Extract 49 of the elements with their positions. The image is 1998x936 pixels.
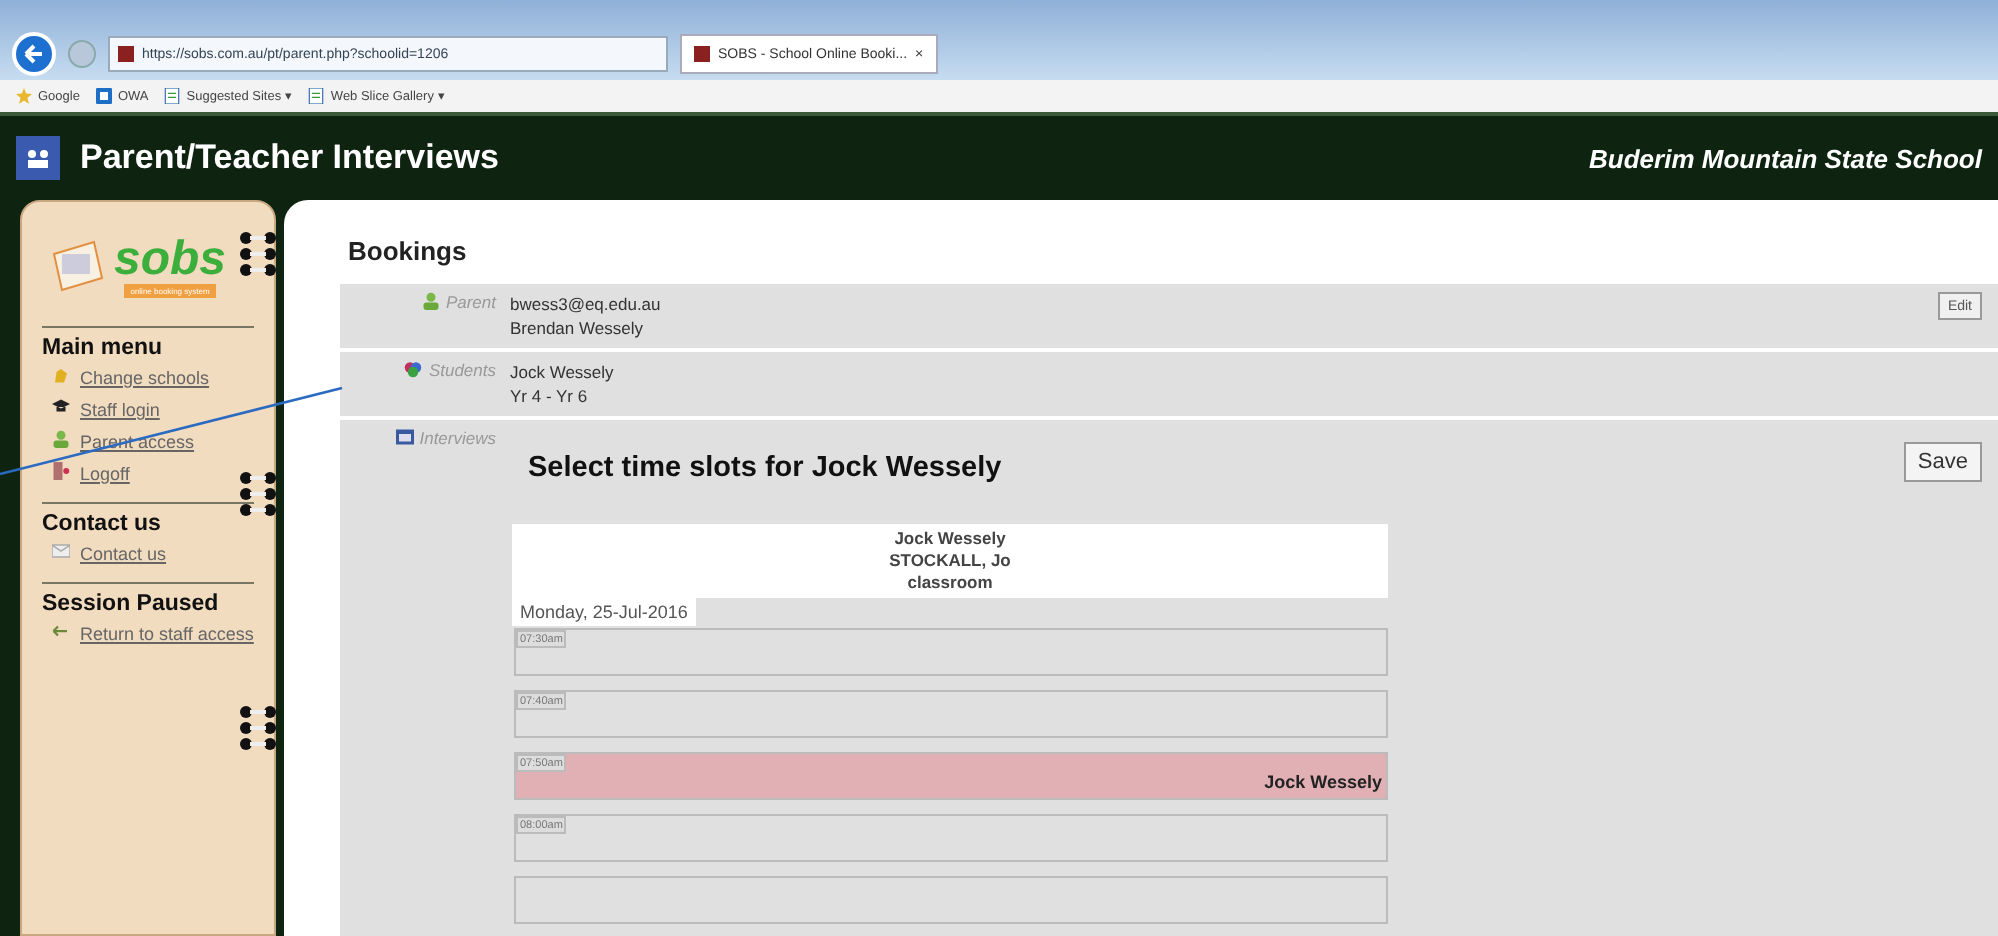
menu-link[interactable]: Return to staff access xyxy=(52,622,254,646)
star-icon xyxy=(16,88,32,104)
mail-app-icon xyxy=(95,88,112,104)
students-icon xyxy=(404,360,423,378)
field-label: Interviews xyxy=(419,428,496,452)
person-icon xyxy=(52,430,70,448)
mortarboard-icon xyxy=(52,398,70,416)
card-text: classroom xyxy=(905,572,995,594)
field-value: Brendan Wessely xyxy=(510,316,645,340)
save-button[interactable]: Save xyxy=(1903,442,1982,482)
arrow-icon xyxy=(52,622,70,640)
calendar-logo-icon xyxy=(50,238,106,294)
back-arrow-icon xyxy=(22,42,46,66)
page-icon xyxy=(308,88,325,104)
door-icon xyxy=(52,462,70,480)
binding-rings-icon xyxy=(240,706,276,750)
menu-link[interactable]: Staff login xyxy=(52,398,160,422)
envelope-icon xyxy=(52,542,70,560)
field-label: Parent xyxy=(445,292,496,316)
site-icon xyxy=(118,46,134,62)
back-button[interactable] xyxy=(12,32,56,76)
menu-link[interactable]: Contact us xyxy=(52,542,167,566)
menu-link[interactable]: Change schools xyxy=(52,366,210,390)
date-label: Monday, 25-Jul-2016 xyxy=(512,598,696,626)
calendar-icon xyxy=(395,428,414,446)
people-icon xyxy=(26,146,50,170)
field-value: bwess3@eq.edu.au xyxy=(510,292,663,316)
menu-heading: Main menu xyxy=(42,336,165,360)
slots-heading: Select time slots for Jock Wessely xyxy=(528,452,1004,484)
field-label: Students xyxy=(428,360,496,384)
site-icon xyxy=(694,46,710,62)
time-slot[interactable] xyxy=(514,876,1388,924)
binding-rings-icon xyxy=(240,472,276,516)
page-title: Parent/Teacher Interviews xyxy=(80,138,501,178)
logo-wordmark: sobs xyxy=(114,235,227,283)
card-text: Jock Wessely xyxy=(892,528,1008,550)
booked-student: Jock Wessely xyxy=(1264,772,1384,796)
field-value: Yr 4 - Yr 6 xyxy=(510,384,590,408)
menu-link[interactable]: Logoff xyxy=(52,462,130,486)
binding-rings-icon xyxy=(240,232,276,276)
section-heading: Bookings xyxy=(348,236,469,266)
field-value: Jock Wessely xyxy=(510,360,616,384)
person-icon xyxy=(421,292,440,310)
menu-heading: Contact us xyxy=(42,512,163,536)
school-name: Buderim Mountain State School xyxy=(1589,143,1982,173)
menu-heading: Session Paused xyxy=(42,592,221,616)
forward-button[interactable] xyxy=(68,40,96,68)
page-icon xyxy=(164,88,181,104)
card-text: STOCKALL, Jo xyxy=(887,550,1013,572)
